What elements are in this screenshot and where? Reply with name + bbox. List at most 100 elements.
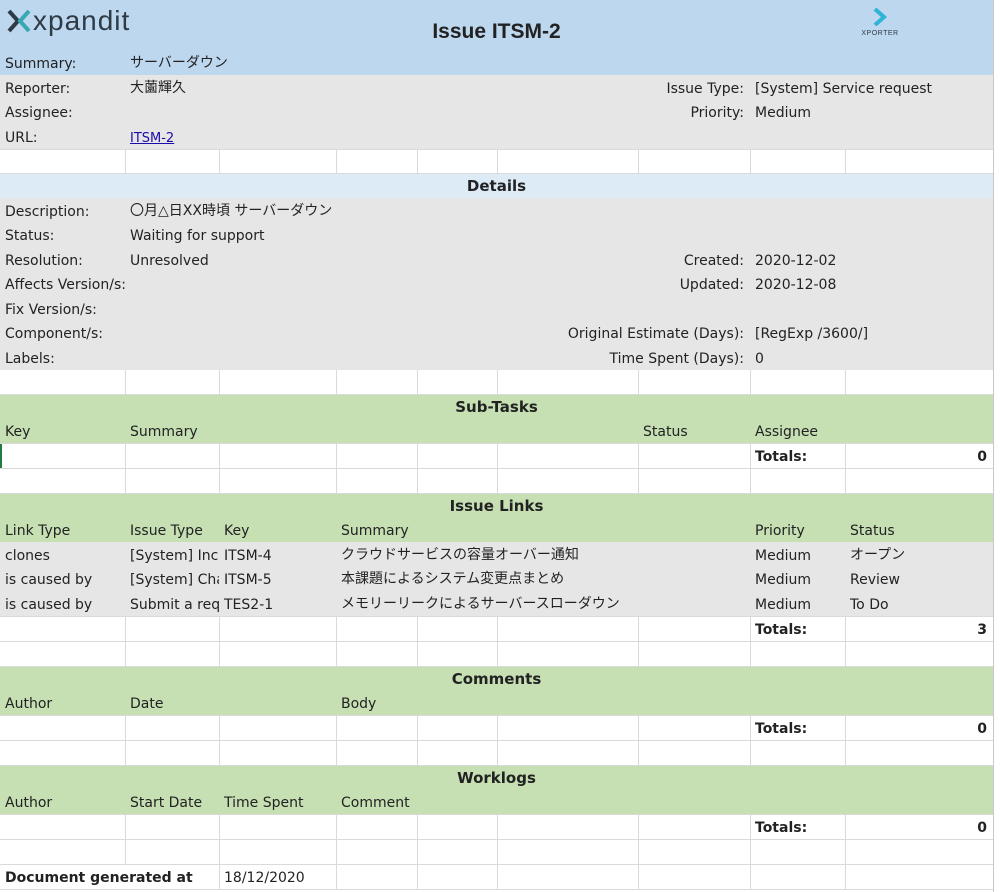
worklogs-col-time-spent: Time Spent bbox=[224, 795, 304, 811]
link-type-cell: is caused by bbox=[5, 572, 93, 588]
url-label: URL: bbox=[5, 130, 38, 146]
comments-band: Comments Author Date Body bbox=[0, 666, 993, 715]
comments-col-body: Body bbox=[341, 696, 377, 712]
comments-totals-row: Totals: 0 bbox=[0, 715, 993, 740]
resolution-value: Unresolved bbox=[130, 253, 209, 269]
xporter-chevron-icon bbox=[873, 7, 888, 27]
priority-label: Priority: bbox=[690, 105, 744, 121]
subtasks-col-summary: Summary bbox=[130, 424, 198, 440]
assignee-value bbox=[125, 100, 425, 124]
issue-links-totals-value: 3 bbox=[977, 622, 987, 638]
worklogs-title: Worklogs bbox=[457, 769, 536, 787]
issue-type-value: [System] Service request bbox=[755, 81, 932, 97]
generated-value: 18/12/2020 bbox=[224, 870, 305, 886]
reporter-label: Reporter: bbox=[5, 81, 71, 97]
key-cell: ITSM-5 bbox=[224, 572, 272, 588]
issue-links-totals-label: Totals: bbox=[755, 622, 808, 638]
page-title: Issue ITSM-2 bbox=[432, 20, 561, 43]
created-label: Created: bbox=[683, 253, 744, 269]
sheet-right-edge bbox=[993, 0, 994, 892]
summary-cell: 本課題によるシステム変更点まとめ bbox=[341, 571, 565, 587]
updated-value: 2020-12-08 bbox=[755, 277, 837, 293]
summary-cell: メモリーリークによるサーバースローダウン bbox=[341, 596, 620, 612]
subtasks-col-key: Key bbox=[5, 424, 31, 440]
priority-cell: Medium bbox=[755, 548, 811, 564]
comments-col-date: Date bbox=[130, 696, 164, 712]
link-type-cell: is caused by bbox=[5, 597, 93, 613]
issue-links-totals-row: Totals: 3 bbox=[0, 616, 993, 641]
table-row: is caused by Submit a req TES2-1 メモリーリーク… bbox=[0, 591, 993, 616]
status-cell: To Do bbox=[850, 597, 889, 613]
issue-links-rows: clones [System] Inci ITSM-4 クラウドサービスの容量オ… bbox=[0, 542, 993, 616]
resolution-label: Resolution: bbox=[5, 253, 83, 269]
links-col-summary: Summary bbox=[341, 523, 409, 539]
subtasks-col-status: Status bbox=[643, 424, 688, 440]
links-col-link-type: Link Type bbox=[5, 523, 71, 539]
status-value: Waiting for support bbox=[130, 228, 265, 244]
spacer-row-1 bbox=[0, 149, 993, 173]
spacer-row-5 bbox=[0, 740, 993, 765]
labels-label: Labels: bbox=[5, 351, 55, 367]
worklogs-col-start-date: Start Date bbox=[130, 795, 203, 811]
header-band: xpandit Issue ITSM-2 XPORTER Summary: サー… bbox=[0, 0, 993, 75]
links-col-issue-type: Issue Type bbox=[130, 523, 203, 539]
component-label: Component/s: bbox=[5, 326, 104, 342]
affects-version-label: Affects Version/s: bbox=[5, 277, 126, 293]
priority-cell: Medium bbox=[755, 597, 811, 613]
spacer-row-3 bbox=[0, 468, 993, 493]
spacer-row-4 bbox=[0, 641, 993, 666]
comments-totals-value: 0 bbox=[977, 721, 987, 737]
worklogs-col-author: Author bbox=[5, 795, 53, 811]
issue-type-cell: Submit a req bbox=[130, 597, 219, 613]
info-band: Reporter: 大薗輝久 Issue Type: [System] Serv… bbox=[0, 75, 993, 149]
subtasks-title: Sub-Tasks bbox=[455, 398, 538, 416]
assignee-label: Assignee: bbox=[5, 105, 73, 121]
worklogs-totals-row: Totals: 0 bbox=[0, 814, 993, 839]
subtasks-col-assignee: Assignee bbox=[755, 424, 819, 440]
status-cell: オープン bbox=[850, 547, 906, 563]
subtasks-totals-row: Totals: 0 bbox=[0, 443, 993, 468]
status-label: Status: bbox=[5, 228, 55, 244]
status-cell: Review bbox=[850, 572, 900, 588]
links-col-priority: Priority bbox=[755, 523, 805, 539]
details-band: Description: 〇月△日XX時頃 サーバーダウン Status: Wa… bbox=[0, 198, 993, 370]
xporter-label: XPORTER bbox=[861, 30, 899, 37]
spacer-row-6 bbox=[0, 839, 993, 864]
table-row: is caused by [System] Cha ITSM-5 本課題によるシ… bbox=[0, 567, 993, 591]
generated-label: Document generated at bbox=[5, 870, 193, 886]
worklogs-totals-label: Totals: bbox=[755, 820, 808, 836]
key-cell: ITSM-4 bbox=[224, 548, 272, 564]
summary-cell: クラウドサービスの容量オーバー通知 bbox=[341, 547, 579, 563]
subtasks-totals-label: Totals: bbox=[755, 449, 808, 465]
details-header: Details bbox=[0, 173, 993, 198]
reporter-value: 大薗輝久 bbox=[130, 80, 186, 96]
original-estimate-value: [RegExp /3600/] bbox=[755, 326, 869, 342]
description-label: Description: bbox=[5, 204, 90, 220]
table-row: clones [System] Inci ITSM-4 クラウドサービスの容量オ… bbox=[0, 542, 993, 567]
updated-label: Updated: bbox=[679, 277, 744, 293]
issue-url-link[interactable]: ITSM-2 bbox=[130, 131, 174, 146]
comments-col-author: Author bbox=[5, 696, 53, 712]
url-cell: ITSM-2 bbox=[125, 124, 325, 149]
time-spent-value: 0 bbox=[755, 351, 764, 367]
links-col-status: Status bbox=[850, 523, 895, 539]
issue-type-cell: [System] Cha bbox=[130, 572, 219, 588]
issue-links-band: Issue Links Link Type Issue Type Key Sum… bbox=[0, 493, 993, 542]
spreadsheet: xpandit Issue ITSM-2 XPORTER Summary: サー… bbox=[0, 0, 1000, 892]
selected-cell-marker bbox=[0, 443, 2, 468]
worklogs-band: Worklogs Author Start Date Time Spent Co… bbox=[0, 765, 993, 814]
worklogs-totals-value: 0 bbox=[977, 820, 987, 836]
created-value: 2020-12-02 bbox=[755, 253, 837, 269]
original-estimate-label: Original Estimate (Days): bbox=[567, 326, 744, 342]
xporter-logo: XPORTER bbox=[855, 7, 905, 37]
description-value: 〇月△日XX時頃 サーバーダウン bbox=[130, 203, 333, 219]
priority-value: Medium bbox=[755, 105, 811, 121]
time-spent-label: Time Spent (Days): bbox=[609, 351, 745, 367]
fix-version-label: Fix Version/s: bbox=[5, 302, 97, 318]
summary-value: サーバーダウン bbox=[130, 55, 228, 71]
footer-row: Document generated at 18/12/2020 bbox=[0, 864, 993, 889]
issue-type-label: Issue Type: bbox=[666, 81, 744, 97]
comments-totals-label: Totals: bbox=[755, 721, 808, 737]
worklogs-col-comment: Comment bbox=[341, 795, 410, 811]
link-type-cell: clones bbox=[5, 548, 50, 564]
